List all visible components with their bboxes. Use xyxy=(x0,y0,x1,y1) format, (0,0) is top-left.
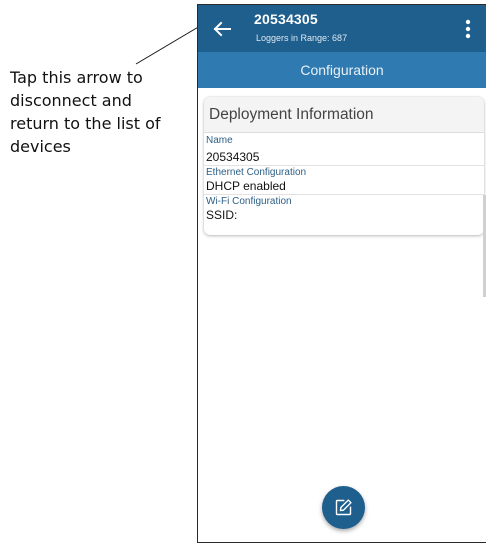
arrow-left-icon xyxy=(213,21,231,37)
back-button[interactable] xyxy=(210,17,234,41)
back-arrow-annotation: Tap this arrow to disconnect and return … xyxy=(10,68,161,156)
wifi-config-field: Wi-Fi Configuration SSID: xyxy=(204,195,484,223)
back-arrow-callout-line xyxy=(135,25,201,65)
app-bar: 20534305 Loggers in Range: 687 xyxy=(198,5,486,52)
field-value: 20534305 xyxy=(206,150,260,164)
device-title: 20534305 xyxy=(254,11,318,27)
field-label: Name xyxy=(206,135,233,146)
field-value: DHCP enabled xyxy=(206,179,286,193)
phone-screen: 20534305 Loggers in Range: 687 Configura… xyxy=(197,4,486,543)
edit-icon xyxy=(335,499,352,516)
name-field: Name 20534305 xyxy=(204,133,484,166)
overflow-menu-button[interactable] xyxy=(460,17,476,41)
more-vertical-icon xyxy=(465,19,471,39)
deployment-info-card: Deployment Information Name 20534305 Eth… xyxy=(204,97,484,235)
edit-button[interactable] xyxy=(322,486,365,529)
field-label: Wi-Fi Configuration xyxy=(206,196,292,207)
tab-configuration[interactable]: Configuration xyxy=(198,52,486,88)
card-heading: Deployment Information xyxy=(204,97,484,133)
ethernet-config-field: Ethernet Configuration DHCP enabled xyxy=(204,166,484,195)
field-value: SSID: xyxy=(206,208,238,222)
field-label: Ethernet Configuration xyxy=(206,167,307,178)
loggers-in-range: Loggers in Range: 687 xyxy=(256,33,348,43)
